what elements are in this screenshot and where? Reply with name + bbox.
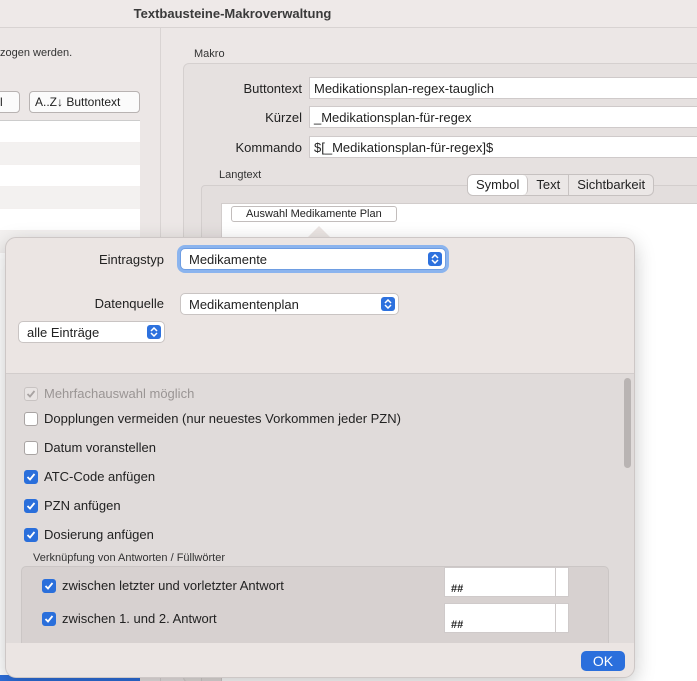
verknuepfung-box: zwischen letzter und vorletzter Antwort … (21, 566, 609, 643)
checkbox[interactable] (24, 469, 38, 484)
verknuepfung-section-label: Verknüpfung von Antworten / Füllwörter (33, 552, 225, 564)
option-pzn[interactable]: PZN anfügen (24, 498, 121, 513)
sort-buttontext-button[interactable]: A..Z↓ Buttontext (29, 91, 140, 113)
partial-button[interactable]: l (0, 91, 20, 113)
checkbox[interactable] (24, 527, 38, 542)
chevron-updown-icon (428, 252, 442, 266)
list-item[interactable] (0, 187, 140, 209)
title-bar: Textbausteine-Makroverwaltung (0, 0, 697, 28)
list-item[interactable] (0, 165, 140, 187)
langtext-tabs: Symbol Text Sichtbarkeit (467, 174, 655, 196)
tab-symbol[interactable]: Symbol (468, 175, 529, 195)
separator-field-stub (555, 567, 569, 597)
tab-sichtbarkeit[interactable]: Sichtbarkeit (569, 175, 653, 195)
eintragstyp-label: Eintragstyp (98, 252, 164, 267)
checkbox (24, 386, 38, 401)
option-label: Dopplungen vermeiden (nur neuestes Vorko… (44, 411, 401, 426)
checkbox[interactable] (42, 611, 56, 626)
filter-select[interactable]: alle Einträge (18, 321, 165, 343)
datenquelle-label: Datenquelle (94, 296, 164, 311)
kuerzel-label: Kürzel (265, 110, 302, 125)
link-row-label: zwischen 1. und 2. Antwort (62, 611, 217, 626)
checkbox[interactable] (24, 440, 38, 455)
link-row-label: zwischen letzter und vorletzter Antwort (62, 578, 284, 593)
buttontext-field[interactable]: Medikationsplan-regex-tauglich (309, 77, 697, 99)
ok-button[interactable]: OK (581, 651, 625, 671)
options-scroll-area[interactable]: Mehrfachauswahl möglich Dopplungen verme… (6, 373, 634, 643)
filter-value: alle Einträge (27, 324, 100, 340)
option-label: Dosierung anfügen (44, 527, 154, 542)
scrollbar-thumb[interactable] (624, 378, 631, 468)
checkbox[interactable] (24, 498, 38, 513)
options-scrollbar[interactable] (623, 374, 632, 644)
option-atc-code[interactable]: ATC-Code anfügen (24, 469, 155, 484)
tab-text[interactable]: Text (528, 175, 570, 195)
option-label: ATC-Code anfügen (44, 469, 156, 484)
kommando-label: Kommando (235, 140, 302, 155)
eintragstyp-select[interactable]: Medikamente (180, 248, 446, 270)
list-item[interactable] (0, 143, 140, 165)
separator-field-last[interactable]: ## (444, 567, 556, 597)
list-item[interactable] (0, 121, 140, 143)
eintragstyp-value: Medikamente (189, 251, 268, 267)
chevron-updown-icon (147, 325, 161, 339)
entry-type-popover: Eintragstyp Medikamente Datenquelle Medi… (5, 237, 635, 678)
window-title: Textbausteine-Makroverwaltung (133, 6, 332, 21)
drag-hint: zogen werden. (0, 47, 73, 59)
option-datum[interactable]: Datum voranstellen (24, 440, 156, 455)
option-label: Datum voranstellen (44, 440, 156, 455)
option-label: PZN anfügen (44, 498, 121, 513)
kommando-field[interactable]: $[_Medikationsplan-für-regex]$ (309, 136, 697, 158)
buttontext-label: Buttontext (243, 81, 302, 96)
symbol-chip[interactable]: Auswahl Medikamente Plan (231, 206, 397, 222)
separator-field-first[interactable]: ## (444, 603, 556, 633)
datenquelle-value: Medikamentenplan (189, 296, 299, 312)
kuerzel-field[interactable]: _Medikationsplan-für-regex (309, 106, 697, 128)
option-dosierung[interactable]: Dosierung anfügen (24, 527, 154, 542)
option-mehrfachauswahl: Mehrfachauswahl möglich (24, 386, 194, 401)
langtext-label: Langtext (219, 169, 262, 181)
makro-section-label: Makro (194, 48, 225, 60)
option-label: Mehrfachauswahl möglich (44, 386, 195, 401)
checkbox[interactable] (42, 578, 56, 593)
chevron-updown-icon (381, 297, 395, 311)
link-row-last[interactable]: zwischen letzter und vorletzter Antwort (42, 578, 284, 593)
checkbox[interactable] (24, 411, 38, 426)
link-row-first[interactable]: zwischen 1. und 2. Antwort (42, 611, 217, 626)
datenquelle-select[interactable]: Medikamentenplan (180, 293, 399, 315)
option-dopplungen[interactable]: Dopplungen vermeiden (nur neuestes Vorko… (24, 411, 401, 426)
separator-field-stub (555, 603, 569, 633)
list-item[interactable] (0, 209, 140, 231)
